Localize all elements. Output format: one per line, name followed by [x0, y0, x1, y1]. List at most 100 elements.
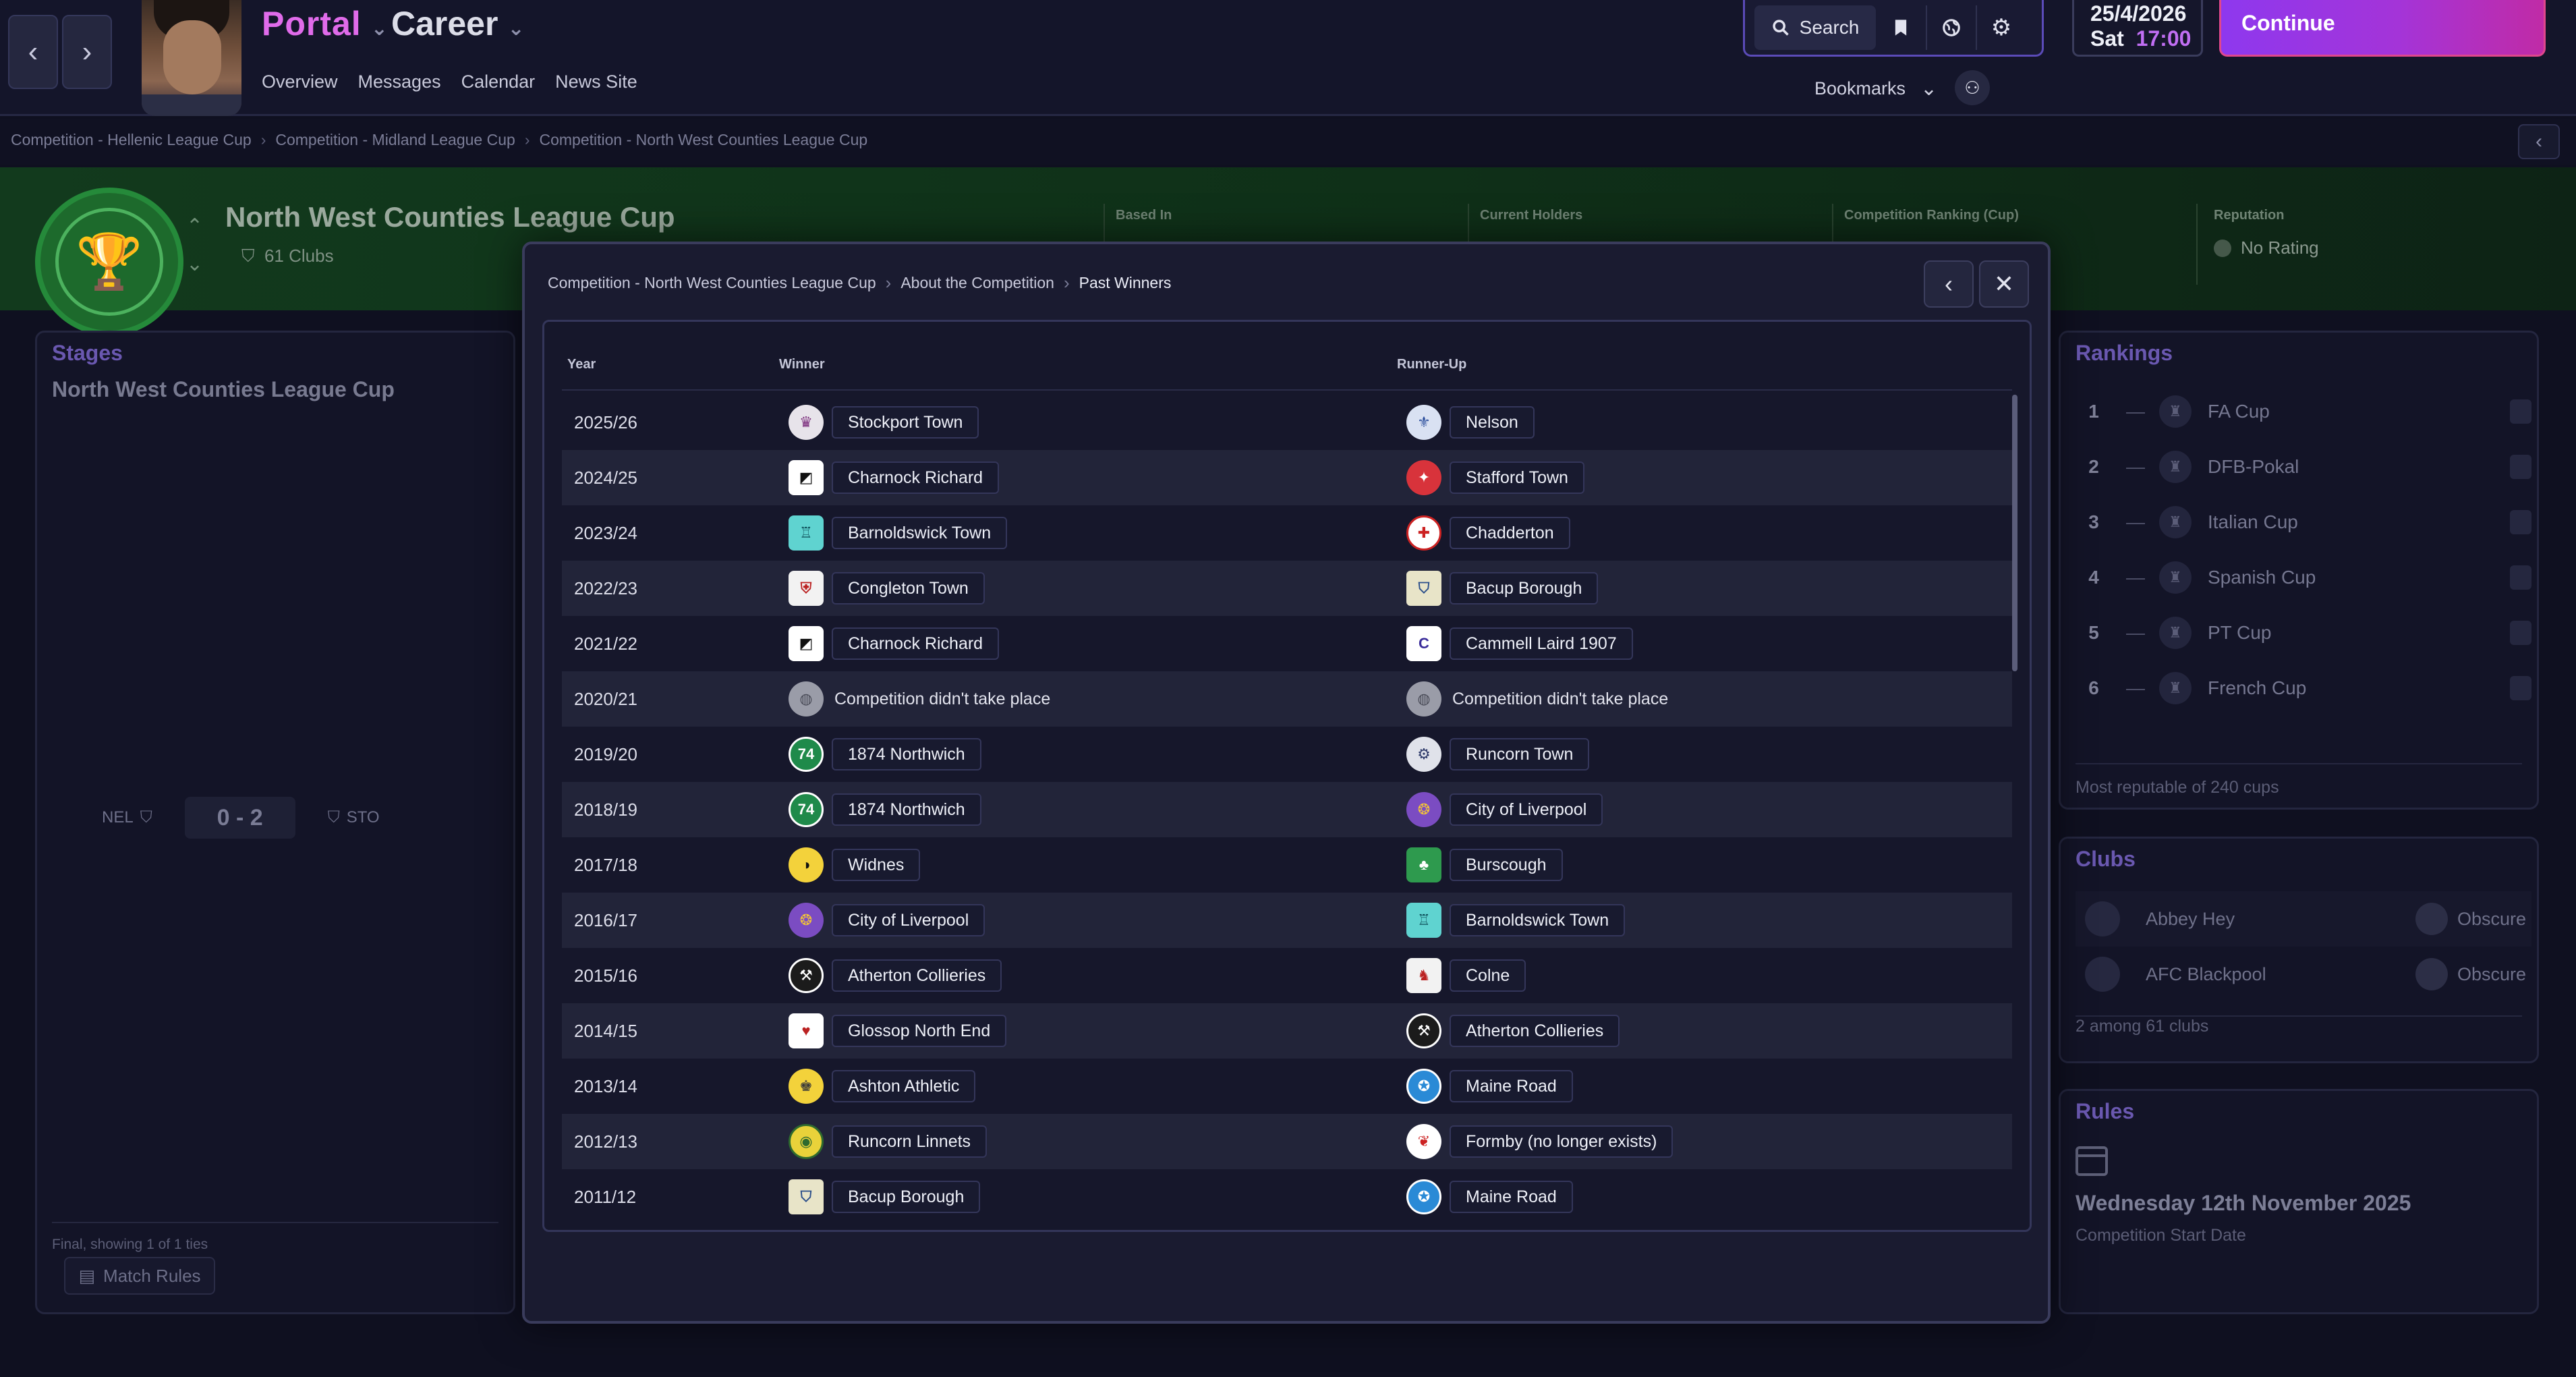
winner-club-link[interactable]: Widnes	[832, 849, 921, 881]
runner-up-club-link[interactable]: Atherton Collieries	[1450, 1015, 1620, 1047]
continue-button[interactable]: Continue	[2219, 0, 2546, 57]
modal-close-button[interactable]: ✕	[1979, 260, 2029, 308]
winner-club-link[interactable]: Atherton Collieries	[832, 959, 1002, 992]
ranking-row[interactable]: 6— ♜ French Cup	[2076, 661, 2531, 716]
club-crest-icon: ⚙	[1406, 737, 1441, 772]
club-crest-icon: ♚	[789, 1069, 824, 1104]
runner-up-club-link[interactable]: Maine Road	[1450, 1070, 1573, 1102]
bookmark-button[interactable]	[1876, 5, 1926, 50]
club-row[interactable]: Abbey Hey Obscure	[2076, 891, 2531, 947]
runner-up-club-link[interactable]: Formby (no longer exists)	[1450, 1125, 1673, 1158]
runner-up-club-link[interactable]: City of Liverpool	[1450, 793, 1603, 826]
club-crest-icon: ◉	[789, 1124, 824, 1159]
ranking-row[interactable]: 2— ♜ DFB-Pokal	[2076, 439, 2531, 495]
club-crest-icon: ♣	[1406, 847, 1441, 882]
add-person-icon[interactable]: ⚇	[1955, 70, 1990, 105]
breadcrumb-bar: Competition - Hellenic League Cup › Comp…	[0, 119, 2576, 165]
runner-up-club-link[interactable]: Bacup Borough	[1450, 572, 1599, 605]
column-runner-up[interactable]: Runner-Up	[1397, 357, 1466, 372]
runner-up-club-link[interactable]: Chadderton	[1450, 517, 1570, 549]
winner-club-link[interactable]: Ashton Athletic	[832, 1070, 976, 1102]
chevron-down-icon: ⌄	[370, 18, 389, 40]
table-row: 2025/26 ♛ Stockport Town ⚜ Nelson	[562, 395, 2012, 450]
competition-ranking-label: Competition Ranking (Cup)	[1844, 208, 2019, 223]
winner-club-link[interactable]: 1874 Northwich	[832, 793, 981, 826]
date-text: 25/4/2026	[2090, 1, 2187, 26]
trophy-icon: 🏆	[76, 231, 143, 291]
ranking-row[interactable]: 3— ♜ Italian Cup	[2076, 495, 2531, 550]
stages-panel: Stages North West Counties League Cup NE…	[35, 331, 515, 1314]
winner-placeholder: Competition didn't take place	[834, 689, 1051, 708]
winner-club-link[interactable]: Charnock Richard	[832, 627, 1000, 660]
breadcrumb-item[interactable]: Competition - Midland League Cup	[275, 131, 515, 149]
column-winner[interactable]: Winner	[779, 357, 825, 372]
ranking-row[interactable]: 5— ♜ PT Cup	[2076, 605, 2531, 661]
runner-up-club-link[interactable]: Cammell Laird 1907	[1450, 627, 1633, 660]
ranking-row[interactable]: 4— ♜ Spanish Cup	[2076, 550, 2531, 605]
nav-overview[interactable]: Overview	[262, 72, 338, 92]
winner-club-link[interactable]: Congleton Town	[832, 572, 985, 605]
rules-panel: Rules Wednesday 12th November 2025 Compe…	[2059, 1089, 2539, 1314]
back-button[interactable]: ‹	[8, 15, 58, 89]
chevron-right-icon: ›	[82, 35, 92, 68]
winner-club-link[interactable]: Barnoldswick Town	[832, 517, 1008, 549]
manager-avatar[interactable]	[142, 0, 241, 116]
bookmarks-dropdown[interactable]: Bookmarks ⌄	[1814, 77, 1937, 101]
runner-up-club-link[interactable]: Barnoldswick Town	[1450, 904, 1626, 936]
club-row[interactable]: AFC Blackpool Obscure	[2076, 947, 2531, 1002]
club-crest-icon: ⚜	[1406, 405, 1441, 440]
modal-back-button[interactable]: ‹	[1924, 260, 1974, 308]
runner-up-club-link[interactable]: Maine Road	[1450, 1181, 1573, 1213]
breadcrumb-item[interactable]: About the Competition	[900, 274, 1054, 292]
chevron-right-icon: ›	[260, 131, 266, 148]
competition-switcher[interactable]: ⌃ ⌄	[186, 208, 203, 283]
collapse-button[interactable]: ‹	[2518, 124, 2560, 159]
runner-up-club-link[interactable]: Burscough	[1450, 849, 1563, 881]
forward-button[interactable]: ›	[62, 15, 112, 89]
chevron-down-icon[interactable]: ⌄	[186, 246, 203, 283]
day-time: Sat 17:00	[2090, 26, 2192, 51]
runner-up-club-link[interactable]: Nelson	[1450, 406, 1535, 439]
winner-club-link[interactable]: 1874 Northwich	[832, 738, 981, 770]
ranking-row[interactable]: 1— ♜ FA Cup	[2076, 384, 2531, 439]
table-scrollbar[interactable]	[2012, 395, 2017, 671]
rankings-title: Rankings	[2076, 341, 2173, 365]
competition-title: North West Counties League Cup	[225, 201, 675, 233]
world-button[interactable]	[1926, 5, 1976, 50]
club-count: ⛉ 61 Clubs	[241, 246, 334, 266]
modal-breadcrumb: Competition - North West Counties League…	[548, 273, 1171, 293]
runner-up-placeholder: Competition didn't take place	[1452, 689, 1669, 708]
table-row: 2016/17 ❂ City of Liverpool ♖ Barnoldswick…	[562, 893, 2012, 948]
nav-news-site[interactable]: News Site	[555, 72, 637, 92]
winner-club-link[interactable]: Stockport Town	[832, 406, 979, 439]
chevron-up-icon[interactable]: ⌃	[186, 208, 203, 246]
table-row: 2017/18 ◑ Widnes ♣ Burscough	[562, 837, 2012, 893]
clubs-note: 2 among 61 clubs	[2076, 1017, 2209, 1036]
search-button[interactable]: Search	[1754, 5, 1876, 50]
winner-club-link[interactable]: Charnock Richard	[832, 461, 1000, 494]
competition-logo-icon: ♜	[2159, 561, 2192, 594]
score: 0 - 2	[184, 797, 295, 839]
runner-up-club-link[interactable]: Stafford Town	[1450, 461, 1584, 494]
nav-messages[interactable]: Messages	[358, 72, 441, 92]
winner-club-link[interactable]: Runcorn Linnets	[832, 1125, 988, 1158]
match-result[interactable]: NEL ⛉ 0 - 2 ⛉ STO	[102, 797, 380, 839]
winner-club-link[interactable]: Bacup Borough	[832, 1181, 981, 1213]
nation-flag-icon	[2510, 510, 2531, 534]
winner-club-link[interactable]: Glossop North End	[832, 1015, 1007, 1047]
column-year[interactable]: Year	[567, 357, 596, 372]
runner-up-club-link[interactable]: Runcorn Town	[1450, 738, 1590, 770]
portal-menu[interactable]: Portal ⌄	[262, 4, 389, 43]
club-crest-icon: ✪	[1406, 1069, 1441, 1104]
breadcrumb-item[interactable]: Competition - North West Counties League…	[539, 131, 867, 149]
breadcrumb-item[interactable]: Competition - North West Counties League…	[548, 274, 876, 292]
career-menu[interactable]: Career ⌄	[391, 4, 525, 43]
club-crest-icon: ✦	[1406, 460, 1441, 495]
settings-button[interactable]: ⚙	[1976, 5, 2026, 50]
breadcrumb-item[interactable]: Competition - Hellenic League Cup	[11, 131, 252, 149]
runner-up-club-link[interactable]: Colne	[1450, 959, 1526, 992]
winner-club-link[interactable]: City of Liverpool	[832, 904, 985, 936]
match-rules-button[interactable]: ▤ Match Rules	[64, 1257, 215, 1295]
nav-calendar[interactable]: Calendar	[461, 72, 536, 92]
competition-logo-icon: ♜	[2159, 395, 2192, 428]
